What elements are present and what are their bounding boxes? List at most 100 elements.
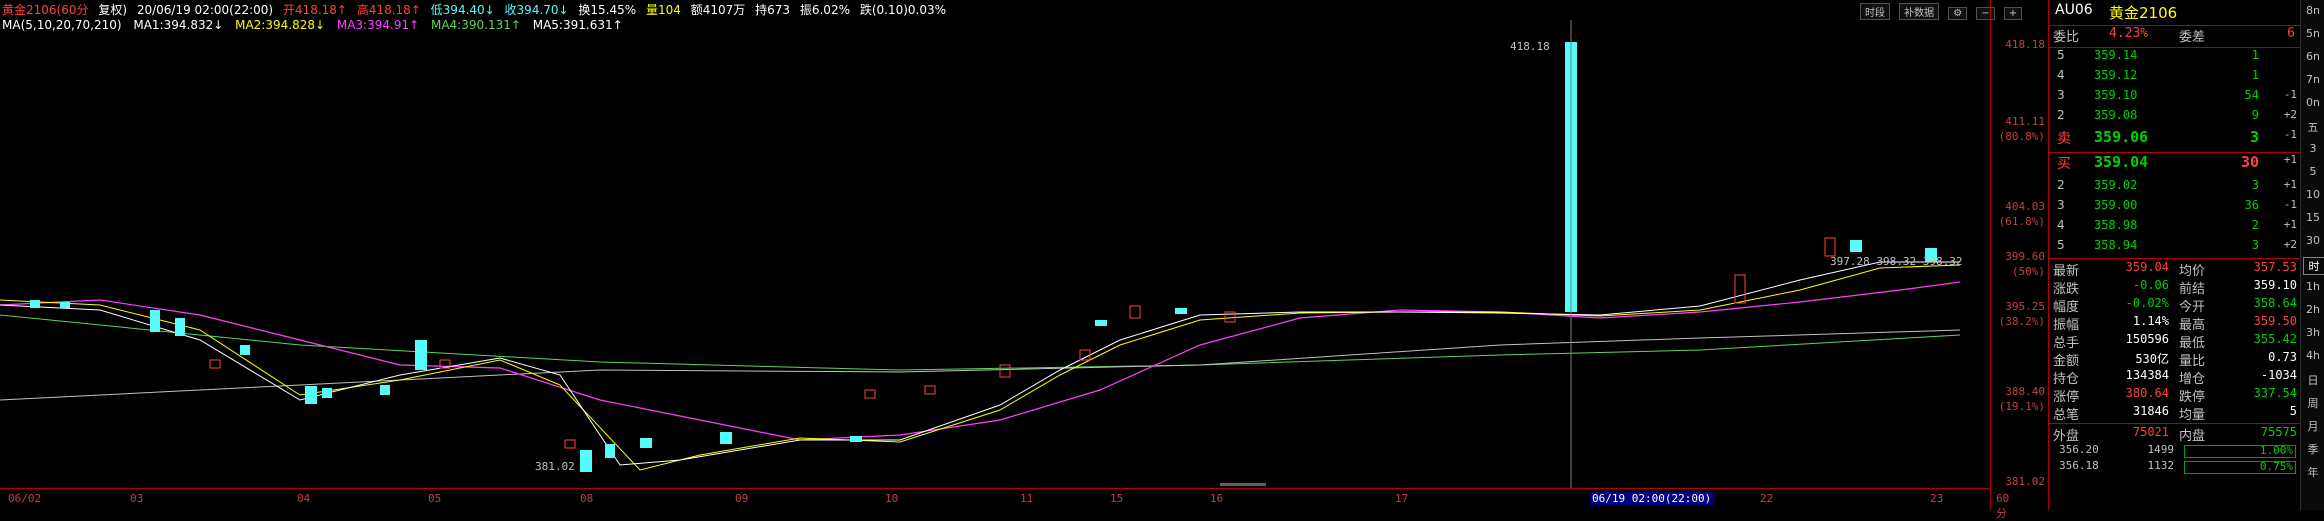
period-tab[interactable]: 3 bbox=[2303, 142, 2323, 155]
period-tab[interactable]: 4h bbox=[2303, 349, 2323, 362]
candle bbox=[305, 386, 317, 404]
order-book-row[interactable]: 4 359.12 1 bbox=[2049, 68, 2301, 88]
date-axis: 06/02030405080910111516171806/19 02:00(2… bbox=[0, 488, 2009, 520]
level-label: 5 bbox=[2057, 48, 2065, 62]
level-label: 2 bbox=[2057, 108, 2065, 122]
period-tab[interactable]: 6n bbox=[2303, 50, 2323, 63]
level-price: 359.00 bbox=[2094, 198, 2138, 212]
order-book-row[interactable]: 3 359.00 36 -1 bbox=[2049, 198, 2301, 218]
order-book-row[interactable]: 买 359.04 30 +1 bbox=[2049, 153, 2301, 177]
period-tab[interactable]: 2h bbox=[2303, 303, 2323, 316]
stat-row: 涨跌 -0.06 前结 359.10 bbox=[2049, 278, 2301, 297]
stat-value: 134384 bbox=[2125, 368, 2169, 382]
level-change: +2 bbox=[2283, 108, 2297, 121]
stat-label: 幅度 bbox=[2053, 300, 2080, 315]
candle bbox=[209, 359, 221, 369]
stat-value: 359.04 bbox=[2125, 260, 2169, 274]
stat-row: 总手 150596 最低 355.42 bbox=[2049, 332, 2301, 351]
candles bbox=[30, 20, 1937, 488]
stat-value: 357.53 bbox=[2253, 260, 2297, 274]
tick-percent: 1.00% bbox=[2259, 444, 2293, 457]
stat-label: 最低 bbox=[2179, 336, 2206, 351]
period-tab[interactable]: 30 bbox=[2303, 234, 2323, 247]
level-change: +1 bbox=[2283, 218, 2297, 231]
stat-label: 今开 bbox=[2179, 300, 2206, 315]
level-volume: 3 bbox=[2251, 238, 2259, 252]
period-tab[interactable]: 年 bbox=[2303, 464, 2323, 480]
period-tab[interactable]: 月 bbox=[2303, 418, 2323, 434]
period-tab[interactable]: 8n bbox=[2303, 4, 2323, 17]
tick-bar: 0.75% bbox=[2184, 460, 2296, 474]
level-price: 359.12 bbox=[2094, 68, 2138, 82]
period-tab[interactable]: 季 bbox=[2303, 441, 2323, 457]
order-book-row[interactable]: 5 358.94 3 +2 bbox=[2049, 238, 2301, 258]
candle bbox=[564, 439, 576, 449]
period-tab[interactable]: 时 bbox=[2303, 257, 2324, 275]
order-book-row[interactable]: 5 359.14 1 bbox=[2049, 48, 2301, 68]
period-tab[interactable]: 15 bbox=[2303, 211, 2323, 224]
price-axis: 418.18 411.11 (80.8%) 404.03 (61.8%) 399.60 (5… bbox=[1990, 0, 2049, 510]
weibi-label: 委比 bbox=[2053, 30, 2080, 45]
ma4-line bbox=[0, 314, 1961, 371]
period-tab[interactable]: 7n bbox=[2303, 73, 2323, 86]
candle bbox=[999, 364, 1011, 378]
level-volume: 3 bbox=[2249, 128, 2259, 146]
order-book-row[interactable]: 3 359.10 54 -1 bbox=[2049, 88, 2301, 108]
divider bbox=[2049, 423, 2301, 424]
period-tab[interactable]: 5 bbox=[2303, 165, 2323, 178]
kline-chart[interactable]: 黄金2106(60分 复权) 20/06/19 02:00(22:00) 开41… bbox=[0, 0, 2049, 520]
period-tab[interactable]: 日 bbox=[2303, 372, 2323, 388]
stat-value: 359.10 bbox=[2253, 278, 2297, 292]
stat-value: 0.73 bbox=[2268, 350, 2297, 364]
candle bbox=[924, 385, 936, 395]
inner-value: 75575 bbox=[2260, 425, 2297, 439]
scroll-indicator[interactable] bbox=[1220, 483, 1266, 486]
order-book-row[interactable]: 2 359.08 9 +2 bbox=[2049, 108, 2301, 128]
level-volume: 30 bbox=[2240, 153, 2259, 171]
period-tab[interactable]: 3h bbox=[2303, 326, 2323, 339]
candle bbox=[240, 345, 250, 355]
order-book-row[interactable]: 2 359.02 3 +1 bbox=[2049, 178, 2301, 198]
right-label: 397.28 398.32 398.32 bbox=[1830, 255, 1962, 268]
contract-name: 黄金2106 bbox=[2109, 4, 2178, 22]
stat-label: 均价 bbox=[2179, 264, 2206, 279]
level-volume: 2 bbox=[2251, 218, 2259, 232]
candle bbox=[1734, 274, 1746, 304]
candle bbox=[60, 302, 70, 308]
stat-label: 前结 bbox=[2179, 282, 2206, 297]
outer-inner-row: 外盘 75021 内盘 75575 bbox=[2049, 425, 2301, 444]
candle bbox=[850, 436, 862, 442]
stat-value: 358.64 bbox=[2253, 296, 2297, 310]
price-axis-label: 388.40 bbox=[2005, 385, 2045, 398]
candle bbox=[415, 340, 427, 370]
period-tab[interactable]: 5n bbox=[2303, 27, 2323, 40]
candle bbox=[864, 389, 876, 399]
candle bbox=[1175, 308, 1187, 314]
period-tab[interactable]: 周 bbox=[2303, 395, 2323, 411]
stat-value: 31846 bbox=[2132, 404, 2169, 418]
date-axis-label: 16 bbox=[1210, 492, 1224, 505]
stat-value: 380.64 bbox=[2125, 386, 2169, 400]
stat-label: 总笔 bbox=[2053, 408, 2080, 423]
stat-value: 530亿 bbox=[2135, 352, 2169, 366]
date-axis-label: 15 bbox=[1110, 492, 1124, 505]
period-tab[interactable]: 五 bbox=[2303, 119, 2323, 135]
candle bbox=[322, 388, 332, 398]
stat-label: 振幅 bbox=[2053, 318, 2080, 333]
date-axis-label: 17 bbox=[1395, 492, 1409, 505]
candle bbox=[640, 438, 652, 448]
ma1-line bbox=[0, 261, 1960, 466]
period-tab[interactable]: 0n bbox=[2303, 96, 2323, 109]
weibi-value: 4.23% bbox=[2109, 26, 2149, 41]
candlestick-plot: 418.18 381.02 397.28 398.32 398.32 bbox=[0, 20, 1962, 488]
order-book-row[interactable]: 卖 359.06 3 -1 bbox=[2049, 128, 2301, 152]
period-tab[interactable]: 10 bbox=[2303, 188, 2323, 201]
order-book-row[interactable]: 4 358.98 2 +1 bbox=[2049, 218, 2301, 238]
stat-label: 增仓 bbox=[2179, 372, 2206, 387]
stat-label: 涨停 bbox=[2053, 390, 2080, 405]
stat-value: 1.14% bbox=[2132, 314, 2169, 328]
price-axis-label: (19.1%) bbox=[1998, 400, 2045, 413]
stat-row: 振幅 1.14% 最高 359.50 bbox=[2049, 314, 2301, 333]
period-tab[interactable]: 1h bbox=[2303, 280, 2323, 293]
level-price: 359.06 bbox=[2094, 128, 2149, 146]
